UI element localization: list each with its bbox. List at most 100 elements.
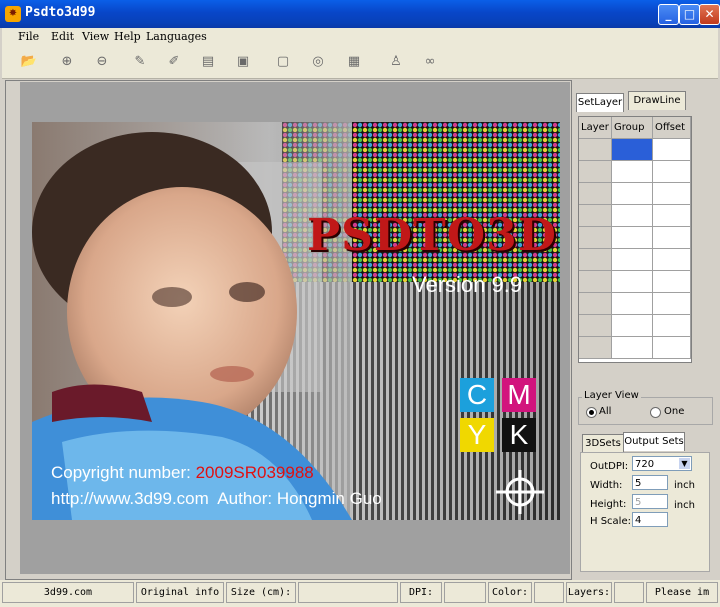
minimize-button[interactable]: _ xyxy=(658,4,679,25)
cmyk-cyan: C xyxy=(460,378,494,412)
close-button[interactable]: ✕ xyxy=(699,4,720,25)
grid-cell[interactable] xyxy=(612,249,653,271)
radio-all[interactable] xyxy=(586,407,597,418)
tab-setlayer[interactable]: SetLayer xyxy=(576,93,624,112)
rounded-rect-icon[interactable]: ▢ xyxy=(273,52,293,72)
grid-cell[interactable] xyxy=(653,139,691,161)
edit-document-icon[interactable]: ▤ xyxy=(198,52,218,72)
status-size-value xyxy=(298,582,398,603)
menu-view[interactable]: View xyxy=(82,30,109,43)
image-edit-icon[interactable]: ▣ xyxy=(233,52,253,72)
hscale-input[interactable]: 4 xyxy=(632,512,668,527)
menu-edit[interactable]: Edit xyxy=(51,30,74,43)
grid-cell[interactable] xyxy=(579,271,612,293)
splash-version: Version 9.9 xyxy=(412,272,523,297)
target-icon[interactable]: ◎ xyxy=(308,52,328,72)
tab-output-sets[interactable]: Output Sets xyxy=(623,432,685,451)
hscale-label: H Scale: xyxy=(590,516,631,527)
window-title: Psdto3d99 xyxy=(25,5,96,20)
grid-cell[interactable] xyxy=(653,205,691,227)
status-dpi-value xyxy=(444,582,486,603)
outdpi-value: 720 xyxy=(635,459,655,470)
toolbar: 📂 ⊕ ⊖ ✎ ✐ ▤ ▣ ▢ ◎ ▦ ♙ ∞ xyxy=(2,46,718,79)
tab-3dsets[interactable]: 3DSets xyxy=(582,434,624,453)
grid-cell[interactable] xyxy=(612,337,653,359)
app-icon: ✸ xyxy=(5,6,21,22)
cmyk-yellow: Y xyxy=(460,418,494,452)
column-header-group[interactable]: Group xyxy=(612,117,653,139)
grid-cell[interactable] xyxy=(579,205,612,227)
splash-artwork xyxy=(32,122,560,520)
status-layers: Layers: xyxy=(566,582,612,603)
width-unit: inch xyxy=(674,480,695,491)
radio-all-label[interactable]: All xyxy=(599,406,611,417)
zoom-in-icon[interactable]: ⊕ xyxy=(57,52,77,72)
grid-cell[interactable] xyxy=(612,227,653,249)
grid-cell[interactable] xyxy=(579,249,612,271)
column-header-offset[interactable]: Offset xyxy=(653,117,691,139)
grid-cell[interactable] xyxy=(612,271,653,293)
height-label: Height: xyxy=(590,499,627,510)
grid-cell[interactable] xyxy=(579,337,612,359)
grid-cell[interactable] xyxy=(612,293,653,315)
tab-drawline[interactable]: DrawLine xyxy=(628,91,686,110)
status-site: 3d99.com xyxy=(2,582,134,603)
height-unit: inch xyxy=(674,500,695,511)
copyright-line: Copyright number: 2009SR039988 xyxy=(51,463,314,483)
status-color-value xyxy=(534,582,564,603)
link-icon[interactable]: ∞ xyxy=(420,52,440,72)
grid-cell[interactable] xyxy=(579,293,612,315)
status-size: Size (cm): xyxy=(226,582,296,603)
registration-mark-icon xyxy=(496,470,544,514)
grid-cell[interactable] xyxy=(612,205,653,227)
zoom-out-icon[interactable]: ⊖ xyxy=(92,52,112,72)
grid-cell[interactable] xyxy=(653,337,691,359)
grid-cell[interactable] xyxy=(653,315,691,337)
grid-cell[interactable] xyxy=(653,183,691,205)
menu-file[interactable]: File xyxy=(18,30,39,43)
menu-languages[interactable]: Languages xyxy=(146,30,207,43)
grid-cell[interactable] xyxy=(653,227,691,249)
grid-cell[interactable] xyxy=(579,183,612,205)
grid-cell[interactable] xyxy=(579,161,612,183)
grid-cell[interactable] xyxy=(653,271,691,293)
copyright-number: 2009SR039988 xyxy=(195,463,314,482)
cmyk-black: K xyxy=(502,418,536,452)
radio-one[interactable] xyxy=(650,407,661,418)
grid-cell[interactable] xyxy=(653,249,691,271)
save-icon[interactable]: ▦ xyxy=(344,52,364,72)
status-dpi: DPI: xyxy=(400,582,442,603)
status-message: Please im xyxy=(646,582,718,603)
splash-image: PSDTO3D Version 9.9 C M Y K Copyright nu… xyxy=(32,122,560,520)
status-color: Color: xyxy=(488,582,532,603)
menu-help[interactable]: Help xyxy=(114,30,141,43)
outdpi-select[interactable]: 720 ▼ xyxy=(632,456,692,471)
grid-cell[interactable] xyxy=(612,315,653,337)
pencil-icon[interactable]: ✎ xyxy=(130,52,150,72)
grid-cell[interactable] xyxy=(579,139,612,161)
splash-logo: PSDTO3D xyxy=(307,210,557,261)
column-header-layer[interactable]: Layer xyxy=(579,117,612,139)
brush-icon[interactable]: ✐ xyxy=(164,52,184,72)
grid-cell[interactable] xyxy=(612,183,653,205)
layer-grid[interactable]: Layer Group Offset xyxy=(578,116,692,363)
figure-icon[interactable]: ♙ xyxy=(386,52,406,72)
radio-one-label[interactable]: One xyxy=(664,406,684,417)
status-layers-value xyxy=(614,582,644,603)
grid-cell[interactable] xyxy=(612,139,653,161)
status-original-info: Original info xyxy=(136,582,224,603)
grid-cell[interactable] xyxy=(579,227,612,249)
status-bar: 3d99.com Original info Size (cm): DPI: C… xyxy=(0,580,720,607)
maximize-button[interactable]: □ xyxy=(679,4,700,25)
height-input[interactable]: 5 xyxy=(632,494,668,509)
grid-cell[interactable] xyxy=(612,161,653,183)
menu-bar: File Edit View Help Languages xyxy=(2,28,718,46)
chevron-down-icon[interactable]: ▼ xyxy=(679,458,690,469)
width-input[interactable]: 5 xyxy=(632,475,668,490)
open-folder-icon[interactable]: 📂 xyxy=(19,52,39,72)
grid-cell[interactable] xyxy=(653,161,691,183)
title-bar: ✸ Psdto3d99 _ □ ✕ xyxy=(0,0,720,28)
grid-cell[interactable] xyxy=(579,315,612,337)
outdpi-label: OutDPI: xyxy=(590,461,629,472)
grid-cell[interactable] xyxy=(653,293,691,315)
